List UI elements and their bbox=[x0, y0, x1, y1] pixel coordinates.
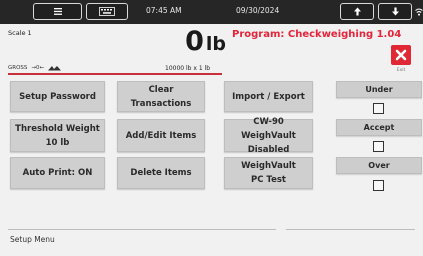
add-edit-items-button[interactable]: Add/Edit Items bbox=[117, 119, 205, 152]
delete-items-label: Delete Items bbox=[130, 168, 192, 178]
footer-divider-right bbox=[286, 229, 415, 230]
footer-menu-title: Setup Menu bbox=[10, 235, 55, 244]
menu-icon bbox=[53, 8, 62, 15]
threshold-weight-label: Threshold Weight bbox=[15, 123, 100, 134]
accept-checkbox[interactable] bbox=[373, 141, 384, 152]
program-title: Program: Checkweighing 1.04 bbox=[232, 29, 402, 40]
weight-unit: lb bbox=[205, 33, 226, 55]
under-option-header: Under bbox=[336, 81, 422, 98]
under-checkbox[interactable] bbox=[373, 103, 384, 114]
exit-button[interactable] bbox=[391, 45, 411, 65]
threshold-weight-button[interactable]: Threshold Weight 10 lb bbox=[10, 119, 105, 152]
weight-value: 0 bbox=[185, 26, 204, 57]
auto-print-button[interactable]: Auto Print: ON bbox=[10, 157, 105, 189]
footer-divider-left bbox=[8, 229, 276, 230]
weighvault-label: CW-90 WeighVault bbox=[241, 116, 296, 141]
clear-transactions-button[interactable]: Clear Transactions bbox=[117, 81, 205, 112]
close-icon bbox=[395, 49, 407, 61]
over-option-header: Over bbox=[336, 157, 422, 174]
zero-indicator: →0← bbox=[31, 65, 45, 71]
gross-label: GROSS bbox=[8, 65, 28, 71]
pc-test-sublabel: PC Test bbox=[251, 175, 286, 185]
scale-name: Scale 1 bbox=[8, 29, 32, 37]
exit-label: Exit bbox=[396, 68, 406, 73]
import-export-label: Import / Export bbox=[232, 91, 305, 102]
weighvault-pc-test-button[interactable]: WeighVault PC Test bbox=[224, 157, 313, 189]
keyboard-icon bbox=[99, 7, 115, 16]
clear-transactions-label: Clear Transactions bbox=[130, 84, 192, 109]
pc-test-label: WeighVault bbox=[241, 161, 296, 171]
clock-date: 09/30/2024 bbox=[236, 6, 280, 15]
keyboard-button[interactable] bbox=[86, 3, 128, 20]
over-checkbox[interactable] bbox=[373, 180, 384, 191]
accept-label: Accept bbox=[363, 123, 395, 132]
weight-readout: 0 lb bbox=[178, 26, 226, 60]
arrow-up-icon bbox=[353, 7, 361, 16]
display-divider bbox=[8, 73, 222, 75]
auto-print-label: Auto Print: ON bbox=[22, 168, 93, 178]
weighvault-toggle-button[interactable]: CW-90 WeighVault Disabled bbox=[224, 117, 313, 155]
add-edit-items-label: Add/Edit Items bbox=[125, 130, 197, 141]
weighvault-status: Disabled bbox=[247, 144, 290, 155]
under-label: Under bbox=[365, 85, 393, 94]
over-label: Over bbox=[368, 161, 390, 170]
menu-button[interactable] bbox=[33, 3, 82, 20]
wifi-icon bbox=[415, 8, 423, 16]
clock-time: 07:45 AM bbox=[146, 6, 182, 15]
import-export-button[interactable]: Import / Export bbox=[224, 81, 313, 112]
threshold-weight-value: 10 lb bbox=[45, 137, 70, 148]
setup-password-button[interactable]: Setup Password bbox=[10, 81, 105, 112]
gross-indicator-row: GROSS →0← bbox=[8, 65, 62, 71]
arrow-up-button[interactable] bbox=[340, 3, 374, 20]
arrow-down-button[interactable] bbox=[378, 3, 412, 20]
delete-items-button[interactable]: Delete Items bbox=[117, 157, 205, 189]
status-bar: 07:45 AM 09/30/2024 bbox=[0, 0, 423, 24]
capacity-label: 10000 lb x 1 lb bbox=[165, 65, 211, 72]
arrow-down-icon bbox=[391, 7, 399, 16]
setup-password-label: Setup Password bbox=[19, 91, 96, 102]
accept-option-header: Accept bbox=[336, 119, 422, 136]
stability-icon bbox=[48, 66, 62, 71]
